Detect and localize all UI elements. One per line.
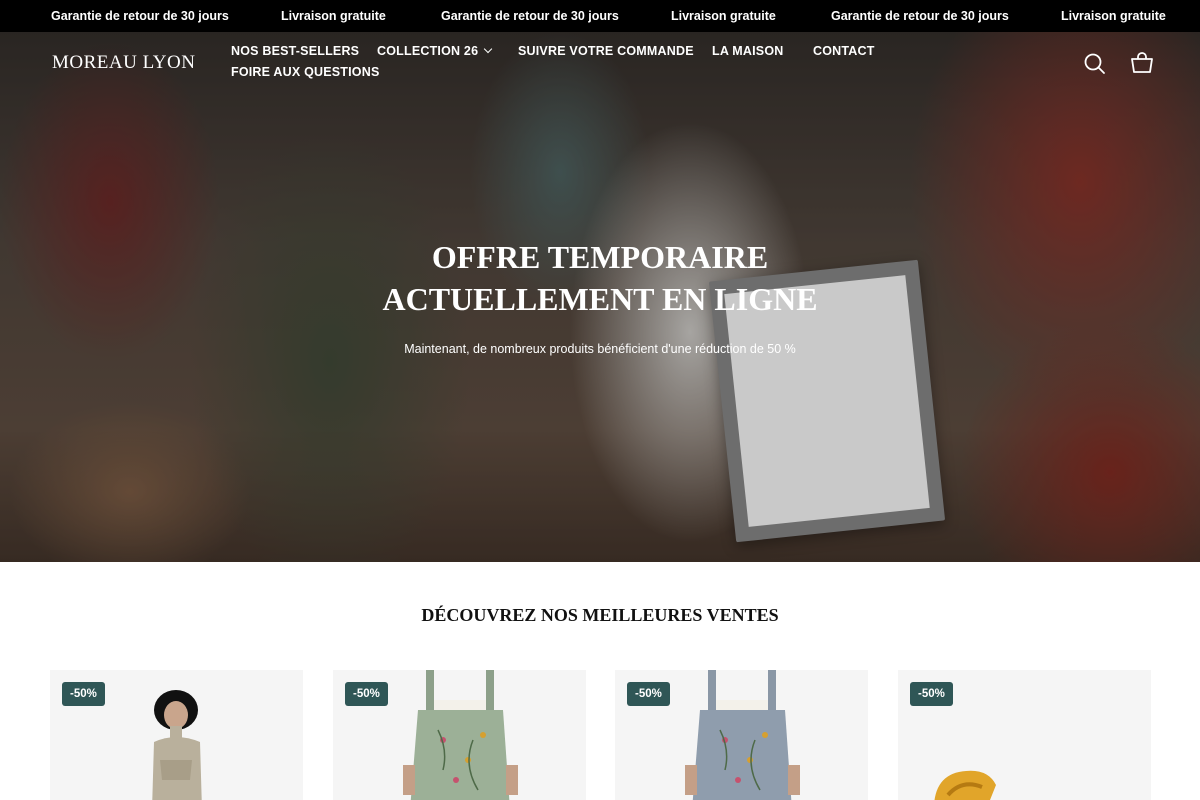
- product-image: [680, 670, 805, 800]
- nav-best-sellers[interactable]: NOS BEST-SELLERS: [231, 44, 359, 58]
- nav-faq[interactable]: FOIRE AUX QUESTIONS: [231, 65, 380, 79]
- product-card[interactable]: -50%: [615, 670, 868, 800]
- nav-collection-26[interactable]: COLLECTION 26: [377, 44, 493, 58]
- announcement-text: Garantie de retour de 30 jours: [441, 9, 619, 23]
- hero-title: OFFRE TEMPORAIRE ACTUELLEMENT EN LIGNE: [382, 239, 818, 317]
- search-icon[interactable]: [1082, 51, 1108, 77]
- chevron-down-icon: [483, 44, 493, 54]
- product-image: [398, 670, 523, 800]
- site-logo[interactable]: MOREAU LYON: [52, 52, 195, 74]
- announcement-bar: Garantie de retour de 30 jours Livraison…: [0, 0, 1200, 32]
- announcement-text: Livraison gratuite: [1061, 9, 1166, 23]
- nav-contact[interactable]: CONTACT: [813, 44, 875, 58]
- bestsellers-title: DÉCOUVREZ NOS MEILLEURES VENTES: [421, 605, 779, 625]
- product-card[interactable]: -50%: [898, 670, 1151, 800]
- product-image: [130, 680, 230, 800]
- announcement-text: Garantie de retour de 30 jours: [831, 9, 1009, 23]
- announcement-text: Livraison gratuite: [281, 9, 386, 23]
- announcement-text: Livraison gratuite: [671, 9, 776, 23]
- discount-badge: -50%: [62, 682, 105, 706]
- cart-icon[interactable]: [1129, 50, 1155, 76]
- discount-badge: -50%: [910, 682, 953, 706]
- nav-la-maison[interactable]: LA MAISON: [712, 44, 783, 58]
- hero-subtitle: Maintenant, de nombreux produits bénéfic…: [404, 342, 796, 356]
- nav-collection-label: COLLECTION 26: [377, 44, 479, 58]
- product-image: [926, 765, 1036, 800]
- discount-badge: -50%: [627, 682, 670, 706]
- nav-track-order[interactable]: SUIVRE VOTRE COMMANDE: [518, 44, 694, 58]
- product-card[interactable]: -50%: [333, 670, 586, 800]
- announcement-text: Garantie de retour de 30 jours: [51, 9, 229, 23]
- product-card[interactable]: -50%: [50, 670, 303, 800]
- discount-badge: -50%: [345, 682, 388, 706]
